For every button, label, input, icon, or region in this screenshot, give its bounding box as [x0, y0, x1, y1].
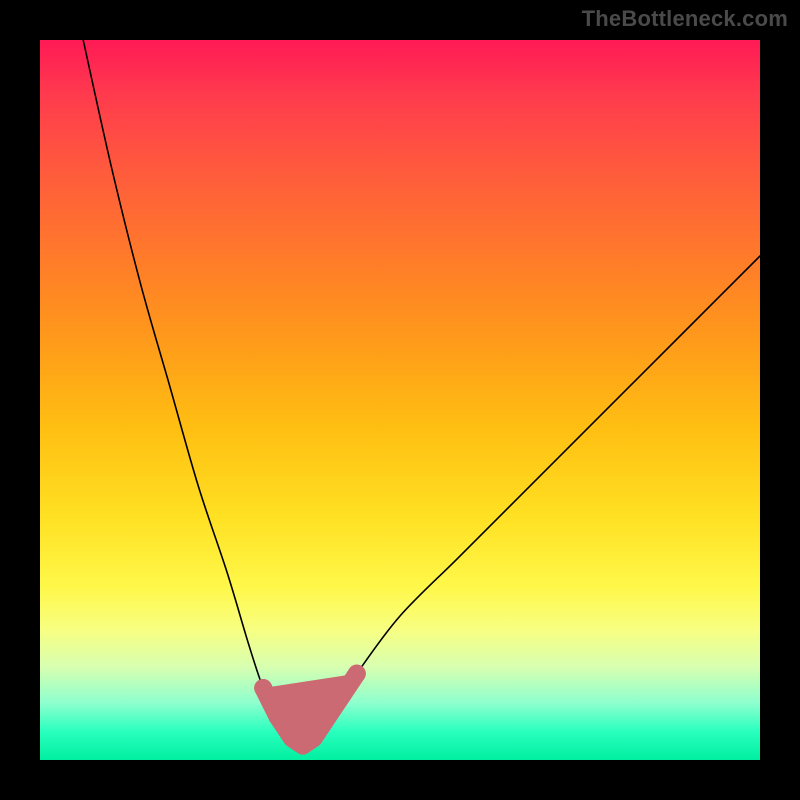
watermark-text: TheBottleneck.com: [582, 6, 788, 32]
tip-marker-dot: [348, 665, 366, 683]
tip-marker-dot: [333, 686, 351, 704]
v-curve: [40, 40, 760, 760]
curve-path: [83, 40, 760, 746]
plot-area: [40, 40, 760, 760]
chart-frame: TheBottleneck.com: [0, 0, 800, 800]
tip-marker-dot: [269, 708, 287, 726]
tip-marker-dot: [254, 679, 272, 697]
